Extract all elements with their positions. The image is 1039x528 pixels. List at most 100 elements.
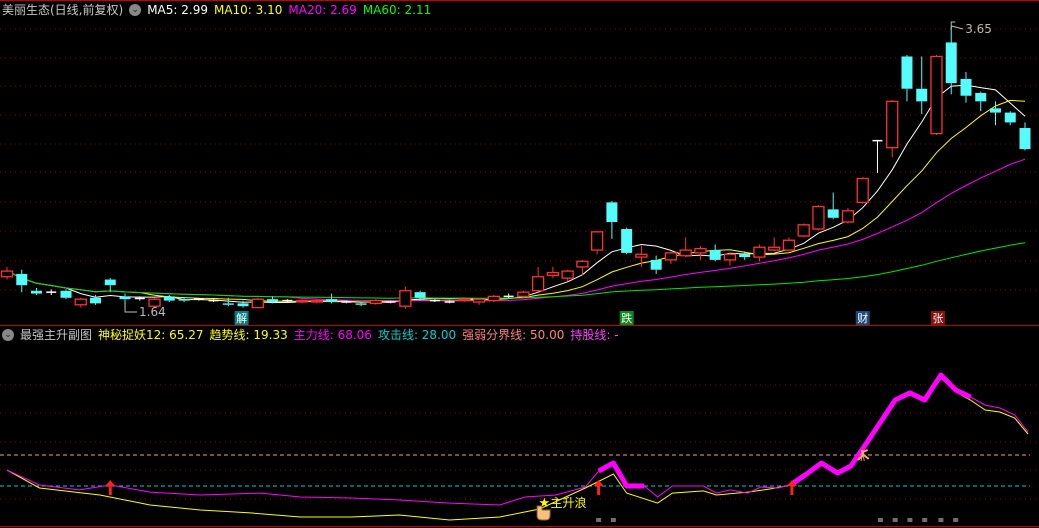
candle-body (709, 250, 721, 260)
signal-block (938, 518, 944, 522)
signal-block (892, 518, 898, 522)
indicator-strong-segment (790, 372, 972, 487)
candle (503, 293, 514, 298)
sub-chart-title: 最强主升副图 (20, 328, 93, 342)
candle (930, 55, 943, 136)
candle-body (531, 276, 545, 292)
low-price-label: 1.64 (139, 305, 166, 319)
candle (975, 91, 987, 112)
candle-body (621, 229, 633, 253)
signal-block (907, 518, 913, 522)
sub-chart-header: ⌄ 最强主升副图 神秘捉妖12: 65.27 趋势线: 19.33 主力线: 6… (2, 327, 625, 343)
high-price-pointer (950, 21, 964, 30)
candle (872, 139, 883, 173)
ma20-line (6, 158, 1026, 302)
candle-body (797, 224, 810, 237)
candle-body (679, 249, 692, 257)
indicator-strong-segment (597, 460, 645, 489)
indicator-hold: 持股线: - (570, 328, 619, 342)
candle-body (517, 291, 530, 298)
candle (679, 237, 692, 258)
signal-block (922, 518, 928, 522)
candle (16, 269, 28, 293)
candle-body (251, 298, 264, 309)
candle (74, 297, 87, 308)
up-arrow-icon (105, 480, 116, 495)
candle (531, 266, 545, 293)
candle (251, 297, 264, 309)
chevron-down-icon[interactable]: ⌄ (2, 329, 14, 341)
indicator-trend: 趋势线: 19.33 (209, 328, 288, 342)
candle-body (650, 259, 662, 270)
candle (621, 227, 633, 255)
candle (841, 207, 855, 224)
signal-block (596, 518, 602, 522)
candle (606, 200, 618, 239)
candle (487, 294, 501, 302)
low-price-pointer (124, 305, 138, 313)
candle (517, 290, 530, 298)
candle (399, 286, 412, 309)
candle-body (635, 253, 648, 258)
indicator-line (6, 374, 1029, 506)
candle (1019, 122, 1031, 151)
candle-body (310, 299, 323, 303)
candle (650, 255, 662, 274)
candle-body (841, 210, 855, 223)
signal-block (610, 518, 616, 522)
candle (753, 244, 766, 262)
candle-body (856, 177, 869, 204)
candle-body (326, 299, 338, 302)
candle-body (163, 296, 175, 301)
candle (782, 237, 796, 252)
candle-body (975, 92, 987, 102)
candle-body (546, 271, 560, 276)
signal-block (953, 518, 959, 522)
candle-body (930, 55, 943, 135)
candle (46, 289, 57, 295)
candle-body (222, 303, 234, 305)
candle (797, 223, 810, 238)
indicator-strength-divider: 强弱分界线: 50.00 (462, 328, 565, 342)
candle-body (60, 290, 72, 298)
candle-body (355, 303, 367, 305)
up-arrow-icon (593, 480, 604, 495)
indicator-attack: 攻击线: 28.00 (377, 328, 457, 342)
candle (856, 177, 869, 204)
candle (561, 269, 574, 281)
candle (0, 266, 14, 280)
candle-body (989, 108, 1001, 113)
event-tag: 财 (857, 311, 868, 325)
candle-body (104, 279, 116, 286)
candle (723, 252, 737, 266)
candle-body (237, 303, 249, 307)
high-price-label: 3.65 (965, 22, 992, 36)
candle-body (31, 290, 43, 294)
event-tag: 解 (236, 311, 247, 325)
candle (768, 237, 781, 252)
candle-body (90, 297, 102, 304)
candle (472, 297, 486, 305)
candle (827, 192, 839, 220)
candle-body (812, 205, 825, 230)
candle (901, 55, 913, 102)
candle (546, 266, 560, 279)
candle (709, 244, 721, 262)
candle (104, 278, 116, 293)
candle-body (901, 56, 913, 89)
chart-canvas[interactable]: 3.651.64 解跌财张★ 主升浪𐀪 (0, 0, 1039, 528)
candle-body (694, 248, 707, 254)
candle-body (886, 100, 899, 149)
candle-body (119, 296, 131, 300)
candle (295, 299, 309, 304)
candle-body (782, 239, 796, 251)
candle-body (739, 254, 751, 258)
indicator-shenmi: 神秘捉妖12: 65.27 (98, 328, 204, 342)
candle-body (178, 299, 190, 301)
candle-body (0, 270, 14, 278)
candle-body (1019, 128, 1031, 150)
candle-body (267, 299, 279, 302)
event-tag: 张 (932, 312, 943, 325)
candle-body (916, 88, 928, 102)
candle-body (1004, 112, 1016, 123)
